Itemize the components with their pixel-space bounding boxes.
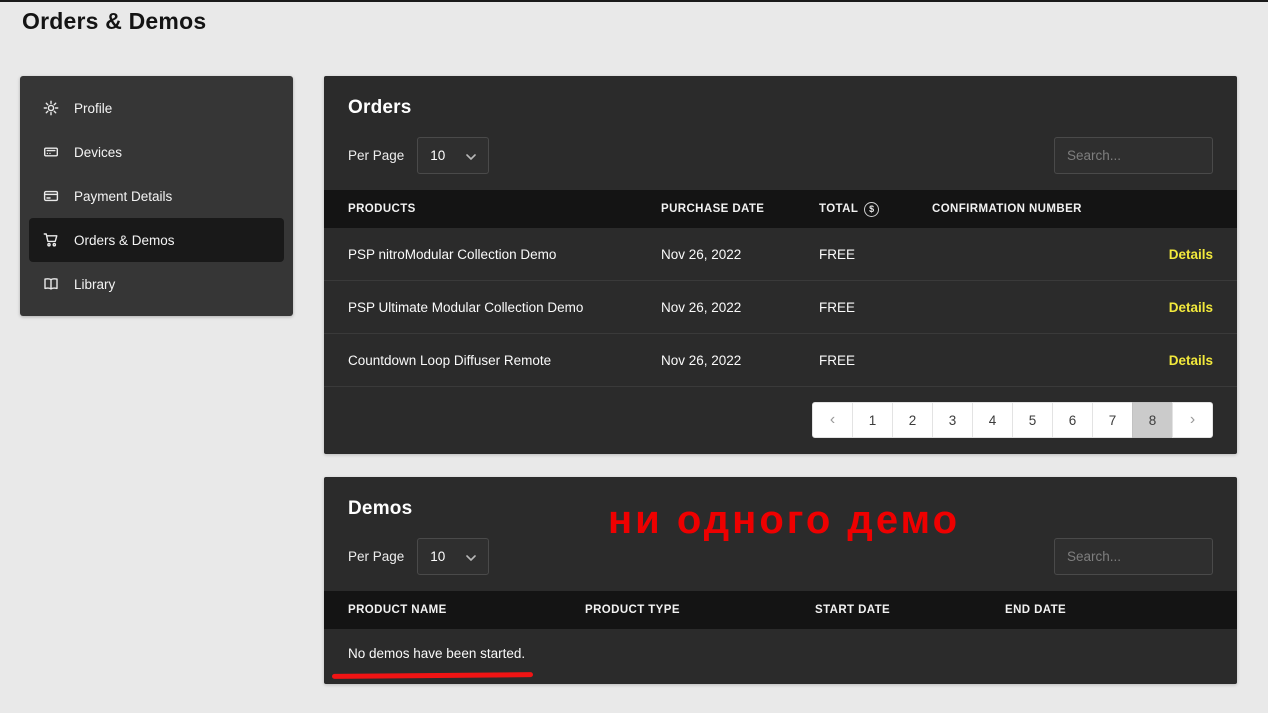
device-icon <box>42 144 59 160</box>
cell-purchase-date: Nov 26, 2022 <box>661 299 742 315</box>
pagination-page-button-active[interactable]: 8 <box>1132 402 1173 438</box>
column-total: TOTAL $ <box>819 201 932 217</box>
table-row: PSP nitroModular Collection Demo Nov 26,… <box>324 228 1237 281</box>
pagination-page-button[interactable]: 6 <box>1052 402 1093 438</box>
orders-title: Orders <box>348 97 412 118</box>
credit-card-icon <box>42 188 59 204</box>
sidebar-item-label: Orders & Demos <box>74 232 175 248</box>
shopping-cart-icon <box>42 232 59 248</box>
sidebar-item-profile[interactable]: Profile <box>29 86 284 130</box>
sidebar-item-label: Payment Details <box>74 188 173 204</box>
per-page-label: Per Page <box>348 549 405 564</box>
column-confirmation-number: CONFIRMATION NUMBER <box>932 203 1082 215</box>
sidebar: Profile Devices Payment Details Orders &… <box>20 76 293 316</box>
per-page-value: 10 <box>430 549 446 564</box>
pagination-page-button[interactable]: 2 <box>892 402 933 438</box>
orders-per-page-select[interactable]: 10 <box>417 137 490 174</box>
sidebar-item-label: Devices <box>74 144 123 160</box>
chevron-down-icon <box>466 148 477 163</box>
sidebar-item-orders-demos[interactable]: Orders & Demos <box>29 218 284 262</box>
column-start-date: START DATE <box>815 604 891 616</box>
cell-product: Countdown Loop Diffuser Remote <box>348 352 552 368</box>
pagination-next-button[interactable]: › <box>1172 402 1213 438</box>
column-product-name: PRODUCT NAME <box>348 604 447 616</box>
cell-purchase-date: Nov 26, 2022 <box>661 352 742 368</box>
per-page-value: 10 <box>430 148 446 163</box>
sidebar-item-library[interactable]: Library <box>29 262 284 306</box>
cell-total: FREE <box>819 246 856 262</box>
sidebar-item-label: Profile <box>74 100 113 116</box>
sidebar-item-devices[interactable]: Devices <box>29 130 284 174</box>
orders-table-header: PRODUCTS PURCHASE DATE TOTAL $ CONFIRMATI… <box>324 190 1237 228</box>
pagination-page-button[interactable]: 1 <box>852 402 893 438</box>
book-icon <box>42 276 59 292</box>
per-page-label: Per Page <box>348 148 405 163</box>
window-top-border <box>0 0 1268 2</box>
column-products: PRODUCTS <box>348 203 416 215</box>
demos-table-header: PRODUCT NAME PRODUCT TYPE START DATE END… <box>324 591 1237 629</box>
demos-per-page-select[interactable]: 10 <box>417 538 490 575</box>
details-link[interactable]: Details <box>1169 353 1213 368</box>
demos-search-input[interactable] <box>1054 538 1213 575</box>
table-row: Countdown Loop Diffuser Remote Nov 26, 2… <box>324 334 1237 387</box>
page-header: Orders & Demos <box>22 8 206 35</box>
demos-empty-message: No demos have been started. <box>348 646 526 661</box>
dollar-circle-icon: $ <box>864 201 880 217</box>
orders-controls: Per Page 10 <box>324 119 1237 190</box>
orders-search-input[interactable] <box>1054 137 1213 174</box>
details-link[interactable]: Details <box>1169 247 1213 262</box>
cell-total: FREE <box>819 352 856 368</box>
column-purchase-date: PURCHASE DATE <box>661 203 765 215</box>
orders-pagination: ‹ 1 2 3 4 5 6 7 8 › <box>324 387 1237 454</box>
page-title: Orders & Demos <box>22 8 207 34</box>
table-row: PSP Ultimate Modular Collection Demo Nov… <box>324 281 1237 334</box>
chevron-down-icon <box>466 549 477 564</box>
cell-product: PSP nitroModular Collection Demo <box>348 246 557 262</box>
sidebar-item-payment-details[interactable]: Payment Details <box>29 174 284 218</box>
pagination-page-button[interactable]: 4 <box>972 402 1013 438</box>
gear-icon <box>42 100 59 116</box>
column-end-date: END DATE <box>1005 604 1067 616</box>
column-product-type: PRODUCT TYPE <box>585 604 680 616</box>
annotation-demos-note: ни одного демо <box>608 498 961 542</box>
pagination-prev-button[interactable]: ‹ <box>812 402 853 438</box>
details-link[interactable]: Details <box>1169 300 1213 315</box>
cell-product: PSP Ultimate Modular Collection Demo <box>348 299 584 315</box>
pagination-page-button[interactable]: 7 <box>1092 402 1133 438</box>
pagination-page-button[interactable]: 3 <box>932 402 973 438</box>
pagination-page-button[interactable]: 5 <box>1012 402 1053 438</box>
sidebar-item-label: Library <box>74 276 116 292</box>
orders-panel: Orders Per Page 10 PRODUCTS PURCHASE DAT… <box>324 76 1237 454</box>
cell-total: FREE <box>819 299 856 315</box>
cell-purchase-date: Nov 26, 2022 <box>661 246 742 262</box>
